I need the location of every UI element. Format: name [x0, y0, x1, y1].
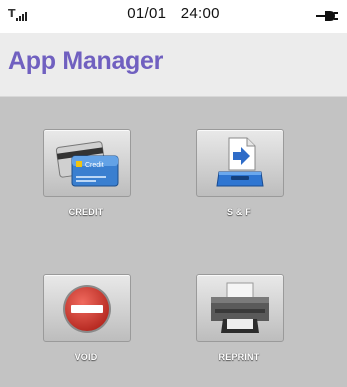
page-title: App Manager [8, 47, 164, 75]
status-time: 24:00 [180, 5, 220, 22]
status-bar: T 01/01 24:00 [0, 0, 347, 33]
void-label: VOID [74, 352, 98, 362]
credit-card-text: Credit [85, 162, 104, 169]
s-and-f-label: S & F [226, 207, 251, 217]
reprint-button[interactable] [196, 274, 284, 342]
s-and-f-button[interactable] [196, 129, 284, 197]
printer-icon [211, 282, 269, 333]
void-button[interactable] [43, 274, 131, 342]
document-tray-icon [216, 137, 264, 187]
title-bar: App Manager [0, 33, 347, 97]
credit-button[interactable]: Credit [43, 129, 131, 197]
no-entry-icon [63, 285, 111, 333]
power-plug-icon [316, 11, 338, 21]
credit-label: CREDIT [68, 207, 104, 217]
reprint-label: REPRINT [218, 352, 260, 362]
status-date: 01/01 [127, 5, 167, 22]
clock: 01/01 24:00 [0, 5, 347, 22]
credit-card-icon: Credit [55, 141, 119, 187]
